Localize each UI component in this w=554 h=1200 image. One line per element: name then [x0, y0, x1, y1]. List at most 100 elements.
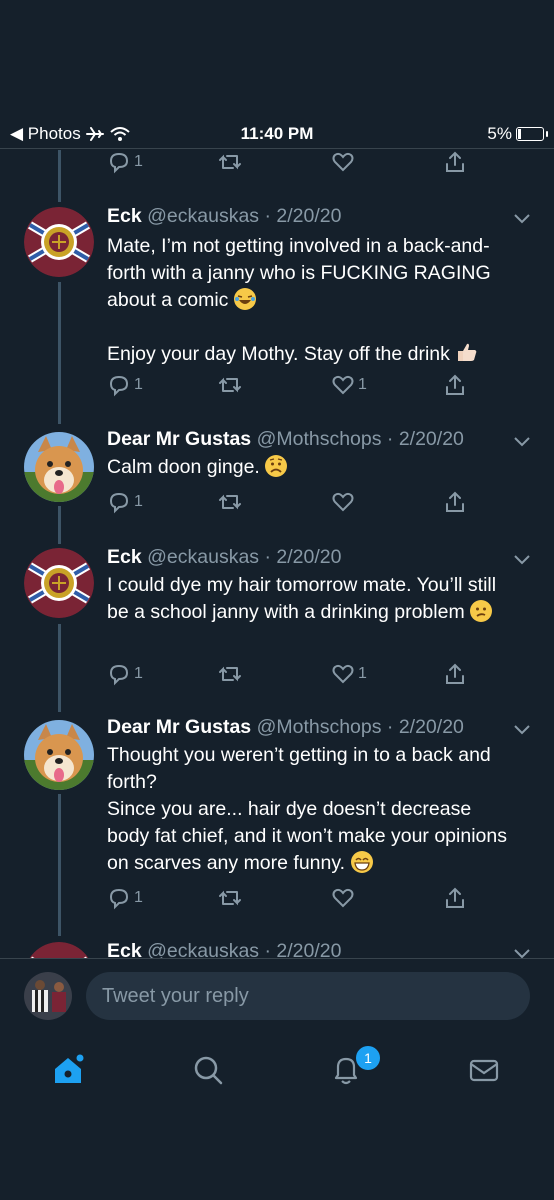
retweet-icon: [219, 890, 241, 906]
tab-home[interactable]: [50, 1052, 86, 1088]
chevron-down-icon[interactable]: [512, 946, 532, 958]
retweet-icon: [219, 377, 241, 393]
tweet-header: Dear Mr Gustas @Mothschops · 2/20/20: [107, 716, 464, 739]
search-icon: [194, 1056, 223, 1085]
reply-input[interactable]: Tweet your reply: [86, 972, 530, 1020]
reply-button[interactable]: 1: [107, 662, 143, 686]
reply-icon: [109, 152, 129, 174]
crest-avatar[interactable]: [24, 548, 94, 618]
tweet-actions: 1 1: [107, 662, 467, 688]
reply-count: 1: [134, 665, 143, 682]
tweet-header: Eck @eckauskas · 2/20/20: [107, 546, 341, 569]
grinning-face-icon: [350, 851, 373, 873]
crest-avatar[interactable]: [24, 207, 94, 277]
crest-avatar[interactable]: [24, 942, 94, 958]
thread-line: [58, 150, 61, 202]
display-name[interactable]: Dear Mr Gustas: [107, 428, 251, 450]
like-button[interactable]: [331, 886, 355, 910]
reply-icon: [109, 888, 129, 910]
thread-line: [58, 282, 61, 424]
retweet-icon: [219, 666, 241, 682]
tweet-actions: 1: [107, 886, 467, 912]
thread-line: [58, 794, 61, 936]
reply-button[interactable]: 1: [107, 150, 143, 174]
like-button[interactable]: 1: [331, 662, 367, 686]
handle-date[interactable]: @eckauskas · 2/20/20: [147, 546, 341, 568]
battery-icon: [516, 127, 548, 141]
tab-bar: [0, 1040, 554, 1100]
chevron-down-icon[interactable]: [512, 552, 532, 566]
dog-avatar[interactable]: [24, 432, 94, 502]
worried-face-icon: [265, 455, 288, 477]
tweet-text-part: Calm doon ginge.: [107, 456, 260, 478]
handle-date[interactable]: @Mothschops · 2/20/20: [257, 428, 464, 450]
home-icon: [55, 1054, 84, 1083]
thread-line: [58, 506, 61, 544]
reply-icon: [109, 664, 129, 686]
share-icon: [446, 663, 464, 684]
like-count: 1: [358, 376, 367, 393]
share-button[interactable]: [443, 886, 467, 910]
share-icon: [446, 887, 464, 908]
status-bar: ◀ Photos 11:40 PM 5%: [0, 118, 554, 148]
thread-line: [58, 624, 61, 712]
user-avatar[interactable]: [24, 972, 72, 1020]
chevron-down-icon[interactable]: [512, 211, 532, 225]
reply-icon: [109, 375, 129, 397]
notification-badge: 1: [354, 1044, 382, 1072]
like-button[interactable]: [331, 150, 355, 174]
status-divider: [0, 148, 554, 149]
tweet-header: Eck @eckauskas · 2/20/20: [107, 205, 341, 228]
chevron-down-icon[interactable]: [512, 722, 532, 736]
tweet-actions: 1: [107, 490, 467, 516]
handle-date[interactable]: @Mothschops · 2/20/20: [257, 716, 464, 738]
heart-icon: [332, 152, 354, 172]
retweet-button[interactable]: [217, 150, 243, 174]
tab-messages[interactable]: [466, 1052, 502, 1088]
share-icon: [446, 151, 464, 172]
share-button[interactable]: [443, 373, 467, 397]
handle-date[interactable]: @eckauskas · 2/20/20: [147, 940, 341, 958]
tweet-actions: 1: [107, 150, 467, 176]
heart-icon: [332, 375, 354, 395]
reply-button[interactable]: 1: [107, 490, 143, 514]
retweet-button[interactable]: [217, 373, 243, 397]
chevron-down-icon[interactable]: [512, 434, 532, 448]
clock: 11:40 PM: [240, 124, 314, 143]
reply-button[interactable]: 1: [107, 886, 143, 910]
tweet-text: Mate, I’m not getting involved in a back…: [107, 233, 517, 314]
reply-count: 1: [134, 889, 143, 906]
tab-search[interactable]: [190, 1052, 226, 1088]
like-button[interactable]: 1: [331, 373, 367, 397]
retweet-button[interactable]: [217, 490, 243, 514]
display-name[interactable]: Dear Mr Gustas: [107, 716, 251, 738]
mail-icon: [469, 1059, 499, 1082]
handle-date[interactable]: @eckauskas · 2/20/20: [147, 205, 341, 227]
share-button[interactable]: [443, 490, 467, 514]
display-name[interactable]: Eck: [107, 205, 142, 227]
display-name[interactable]: Eck: [107, 546, 142, 568]
confused-face-icon: [470, 600, 493, 622]
retweet-icon: [219, 154, 241, 170]
tweet-text-part: Mate, I’m not getting involved in a back…: [107, 235, 491, 311]
battery-percent: 5%: [487, 124, 512, 143]
display-name[interactable]: Eck: [107, 940, 142, 958]
retweet-icon: [219, 494, 241, 510]
share-button[interactable]: [443, 150, 467, 174]
reply-button[interactable]: 1: [107, 373, 143, 397]
tweet-text-part: Thought you weren’t getting in to a back…: [107, 744, 507, 874]
tweet-text: I could dye my hair tomorrow mate. You’l…: [107, 572, 517, 626]
tweet-text-part: I could dye my hair tomorrow mate. You’l…: [107, 574, 497, 623]
tweet-header: Eck @eckauskas · 2/20/20: [107, 940, 341, 958]
battery-status: 5%: [487, 124, 548, 144]
reply-count: 1: [134, 153, 143, 170]
tweet[interactable]: Eck @eckauskas · 2/20/20: [0, 940, 554, 958]
reply-bar: Tweet your reply: [0, 958, 554, 1038]
dog-avatar[interactable]: [24, 720, 94, 790]
retweet-button[interactable]: [217, 886, 243, 910]
like-button[interactable]: [331, 490, 355, 514]
tweet-text: Enjoy your day Mothy. Stay off the drink: [107, 340, 517, 368]
share-button[interactable]: [443, 662, 467, 686]
retweet-button[interactable]: [217, 662, 243, 686]
heart-icon: [332, 492, 354, 512]
